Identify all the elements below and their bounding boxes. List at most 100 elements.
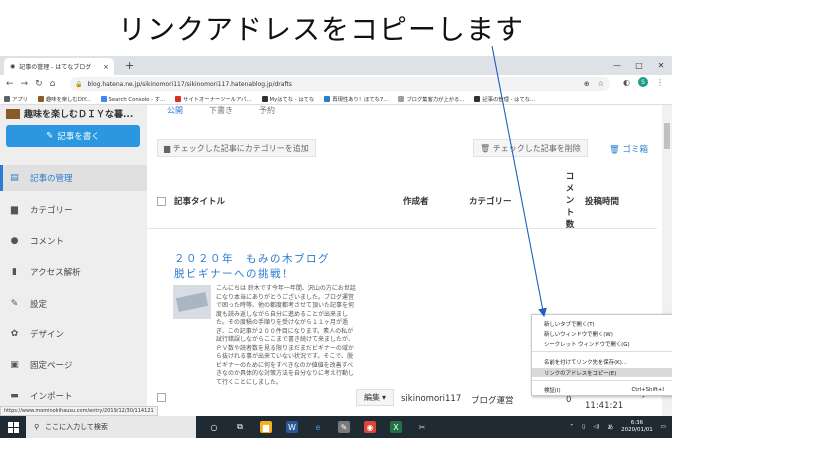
close-window-button[interactable]: ✕ [650,56,672,75]
menu-shortcut: Ctrl+Shift+I [631,386,664,393]
menu-inspect[interactable]: 検証(I) Ctrl+Shift+I [532,385,672,394]
folder-icon: ▆ [11,205,18,215]
tray-chevron-icon[interactable]: ⌃ [570,424,575,430]
bookmark-item[interactable]: アプリ [4,95,28,103]
back-icon[interactable]: ← [6,79,14,89]
tab-title: 記事の管理 - はてなブログ [19,64,92,71]
excel-icon[interactable]: X [390,421,402,433]
sidebar-item[interactable]: ▣ 固定ページ [0,352,147,378]
url-field[interactable]: 🔒 blog.hatena.ne.jp/sikinomori117/sikino… [70,77,610,91]
menu-open-new-tab[interactable]: 新しいタブで開く(T) [532,319,672,328]
bookmark-label: サイトオーナーツールアパ... [183,96,252,103]
cortana-icon[interactable]: ○ [208,421,220,433]
snipping-tool-icon[interactable]: ✂ [416,421,428,433]
column-comments: コ メ ン ト 数 [565,171,575,231]
pencil-icon: ✎ [46,131,54,141]
bookmark-item[interactable]: 再現性あり！ほてな7... [324,95,388,103]
taskbar-search[interactable]: ⚲ ここに入力して検索 [26,416,196,438]
column-title: 記事タイトル [174,197,226,207]
menu-label: リンクのアドレスをコピー(E) [544,370,617,377]
add-category-button[interactable]: ▆ チェックした記事にカテゴリーを追加 [157,139,316,157]
bookmark-item[interactable]: 趣味を楽しむDIY... [37,95,91,103]
post-title-link[interactable]: ２０２０年 もみの木ブログ脱ビギナーへの挑戦！ [174,252,334,282]
taskbar: ⚲ ここに入力して検索 ○ ⧉ ▆ W e ✎ ◉ X ✂ ⌃ ▯ ◁) あ 6… [0,416,672,438]
tab-drafts[interactable]: 下書き [209,105,233,116]
browser-tab[interactable]: ◉ 記事の管理 - はてなブログ × [4,58,114,75]
tab-close-icon[interactable]: × [103,63,109,71]
wrench-icon: ✎ [10,299,19,309]
profile-avatar[interactable]: S [638,77,648,87]
blog-name[interactable]: 趣味を楽しむＤＩＹな暮... [6,107,133,120]
status-tabs: 公開 下書き 予約 [167,105,275,116]
status-url: https://www.mominokihausu.com/entry/2019… [0,406,158,416]
clock-time: 6:36 [630,420,644,426]
page-icon: ▣ [10,360,19,370]
forward-icon[interactable]: → [21,79,29,89]
task-view-icon[interactable]: ⧉ [234,421,246,433]
edge-icon[interactable]: e [312,421,324,433]
minimize-button[interactable]: — [606,56,628,75]
menu-copy-link-address[interactable]: リンクのアドレスをコピー(E) [532,368,672,377]
paint-icon[interactable]: ✎ [338,421,350,433]
maximize-button[interactable]: □ [628,56,650,75]
menu-kebab-icon[interactable]: ⋮ [656,78,664,87]
windows-start-icon[interactable] [0,421,26,433]
bookmark-label: Search Console - す... [108,96,166,103]
ime-indicator[interactable]: あ [608,423,614,431]
sidebar: 趣味を楽しむＤＩＹな暮... ✎ 記事を書く ▤ 記事の管理 ▆ カテゴリー ● コメント… [0,105,147,426]
chrome-icon[interactable]: ◉ [364,421,376,433]
tab-scheduled[interactable]: 予約 [259,105,275,116]
sidebar-item[interactable]: ✿ デザイン [0,321,147,347]
sidebar-item[interactable]: ✎ 設定 [0,291,147,317]
menu-open-incognito[interactable]: シークレット ウィンドウで開く(G) [532,339,672,348]
bookmark-item[interactable]: Search Console - す... [100,95,166,103]
post-comment-count: 0 [566,395,572,405]
delete-selected-label: チェックした記事を削除 [492,143,581,153]
sidebar-item-label: 記事の管理 [30,174,73,184]
zoom-icon[interactable]: ⊕ [584,80,590,88]
extension-icon[interactable]: ◐ [623,78,630,87]
tab-published[interactable]: 公開 [167,105,183,116]
file-explorer-icon[interactable]: ▆ [260,421,272,433]
bookmark-label: 趣味を楽しむDIY... [45,96,91,103]
trash-link-label: ゴミ箱 [622,145,649,155]
bookmark-favicon-icon [100,95,107,102]
comments-char: 数 [565,220,575,230]
sidebar-item[interactable]: ▮ アクセス解析 [0,259,147,285]
bookmark-favicon-icon [4,95,10,102]
word-icon[interactable]: W [286,421,298,433]
reload-icon[interactable]: ↻ [35,79,43,89]
post-time: 11:41:21 [585,401,624,411]
volume-icon[interactable]: ◁) [593,424,599,430]
bookmark-item[interactable]: サイトオーナーツールアパ... [175,95,252,103]
bookmark-item[interactable]: ブログ集客力が上がる... [398,95,464,103]
menu-open-new-window[interactable]: 新しいウィンドウで開く(W) [532,329,672,338]
trash-link[interactable]: 🗑 ゴミ箱 [609,143,648,155]
home-icon[interactable]: ⌂ [50,79,56,89]
row-checkbox[interactable] [157,393,166,402]
bookmark-label: アプリ [12,96,28,103]
new-tab-button[interactable]: + [125,59,134,72]
network-icon[interactable]: ▯ [582,424,585,430]
notification-icon[interactable]: ▭ [661,424,666,430]
clock[interactable]: 6:36 2020/01/01 [621,420,653,434]
column-published: 投稿時間 [585,197,620,207]
bookmark-favicon-icon [261,95,268,102]
sidebar-item[interactable]: ▆ カテゴリー [0,197,147,223]
menu-separator [532,380,672,381]
bookmark-star-icon[interactable]: ☆ [598,80,604,88]
select-all-checkbox[interactable] [157,197,166,206]
post-excerpt: こんにちは 鈴木です今年一年間、沢山の方にお世話になり本当にありがとうございまし… [216,285,356,386]
menu-label: 新しいタブで開く(T) [544,321,595,328]
bookmark-item[interactable]: Myはてな - はてな [261,95,314,103]
menu-save-link-as[interactable]: 名前を付けてリンク先を保存(K)... [532,357,672,366]
delete-selected-button[interactable]: 🗑 チェックした記事を削除 [473,139,588,157]
browser-window: ◉ 記事の管理 - はてなブログ × + — □ ✕ ← → ↻ ⌂ 🔒 blo… [0,56,672,438]
tab-bar: ◉ 記事の管理 - はてなブログ × + — □ ✕ [0,56,672,75]
bookmark-item[interactable]: 記事の管理 - はてな... [474,95,535,103]
bookmark-label: ブログ集客力が上がる... [406,96,465,103]
write-post-button[interactable]: ✎ 記事を書く [6,125,140,147]
sidebar-item[interactable]: ▤ 記事の管理 [0,165,147,191]
edit-button[interactable]: 編集 ▾ [356,389,394,406]
sidebar-item[interactable]: ● コメント [0,228,147,254]
